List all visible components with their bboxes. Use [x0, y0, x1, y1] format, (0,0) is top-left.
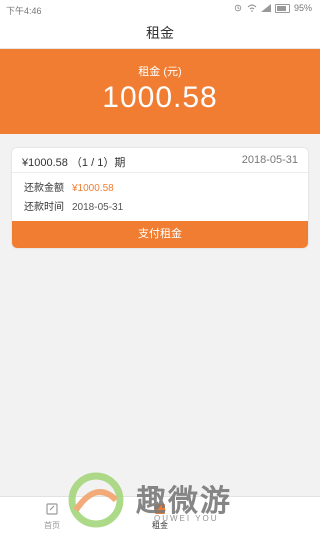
watermark-subtitle: QUWEI YOU — [154, 514, 219, 523]
status-icons: 95% — [233, 3, 312, 13]
home-icon — [46, 503, 58, 515]
signal-icon — [260, 4, 271, 12]
bill-header: ¥1000.58 （1 / 1）期 2018-05-31 — [12, 148, 308, 173]
logo-icon — [68, 472, 124, 528]
battery-level: 95% — [293, 3, 312, 13]
rent-label: 租金 (元) — [138, 66, 182, 78]
rent-amount: 1000.58 — [102, 81, 218, 114]
page-title: 租金 — [0, 18, 320, 49]
bill-date: 2018-05-31 — [241, 154, 298, 166]
battery-icon — [274, 3, 290, 13]
repay-amount-row: 还款金额 ¥1000.58 — [24, 179, 114, 194]
status-bar: 下午4:46 95% — [0, 0, 320, 18]
repay-time-label: 还款时间 — [24, 202, 64, 213]
rent-summary: 租金 (元) 1000.58 — [0, 49, 320, 134]
bill-amount-period: ¥1000.58 （1 / 1）期 — [22, 157, 126, 169]
repay-amount-value: ¥1000.58 — [72, 183, 114, 194]
repay-time-row: 还款时间 2018-05-31 — [24, 198, 123, 213]
repay-amount-label: 还款金额 — [24, 183, 64, 194]
watermark-logo: 趣微游 QUWEI YOU — [66, 470, 266, 530]
pay-rent-button[interactable]: 支付租金 — [12, 221, 308, 248]
wifi-icon — [247, 4, 257, 12]
status-time: 下午4:46 — [6, 6, 42, 16]
repay-time-value: 2018-05-31 — [72, 202, 124, 213]
alarm-icon — [234, 4, 242, 12]
bill-card: ¥1000.58 （1 / 1）期 2018-05-31 还款金额 ¥1000.5… — [12, 148, 308, 248]
tab-home-label: 首页 — [44, 521, 60, 530]
